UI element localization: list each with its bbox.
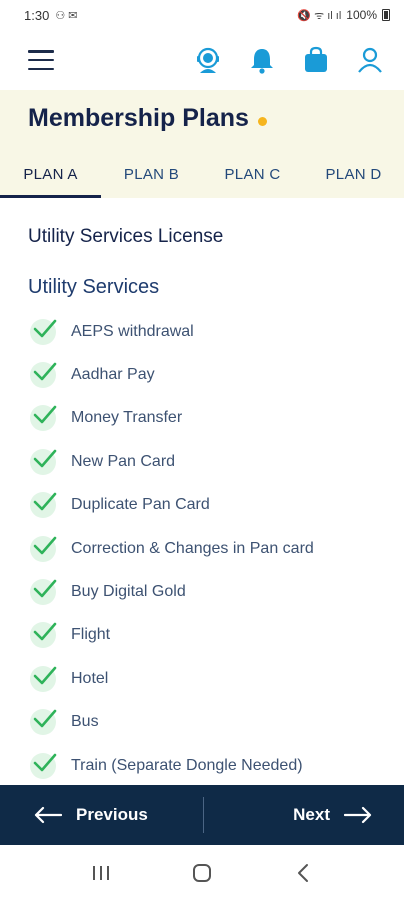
notification-icons: ⚇ ✉ xyxy=(55,9,78,22)
list-item: Hotel xyxy=(30,657,314,700)
next-label: Next xyxy=(293,805,330,824)
support-agent-icon[interactable] xyxy=(192,44,224,76)
check-icon xyxy=(30,362,57,389)
list-item: New Pan Card xyxy=(30,440,314,483)
service-label: Train (Separate Dongle Needed) xyxy=(71,756,303,774)
check-icon xyxy=(30,535,57,562)
bell-icon[interactable] xyxy=(246,44,278,76)
service-label: Hotel xyxy=(71,669,109,687)
service-label: Money Transfer xyxy=(71,409,183,427)
recent-apps-icon[interactable] xyxy=(81,853,121,893)
status-time: 1:30 xyxy=(24,7,50,23)
battery-icon xyxy=(382,9,390,21)
tab-plan-b[interactable]: PLAN B xyxy=(101,150,202,198)
service-label: Duplicate Pan Card xyxy=(71,496,210,514)
arrow-right-icon xyxy=(344,806,372,824)
list-item: Train (Separate Dongle Needed) xyxy=(30,744,314,785)
check-icon xyxy=(30,405,57,432)
tab-plan-d[interactable]: PLAN D xyxy=(303,150,404,198)
app-header xyxy=(0,30,404,90)
check-icon xyxy=(30,665,57,692)
title-accent-dot xyxy=(257,117,267,126)
check-icon xyxy=(30,579,57,606)
check-icon xyxy=(30,709,57,736)
list-item: Money Transfer xyxy=(30,397,314,440)
status-right: 🔇 ᯤ ıl ıl 100% xyxy=(297,8,390,23)
plan-tabs: PLAN A PLAN B PLAN C PLAN D xyxy=(0,150,404,198)
previous-label: Previous xyxy=(76,805,148,824)
user-icon[interactable] xyxy=(354,44,386,76)
section-heading: Utility Services xyxy=(28,276,160,298)
service-list: AEPS withdrawal Aadhar Pay Money Transfe… xyxy=(30,310,314,785)
check-icon xyxy=(30,492,57,519)
license-heading: Utility Services License xyxy=(28,226,224,247)
list-item: Buy Digital Gold xyxy=(30,570,314,613)
list-item: Bus xyxy=(30,701,314,744)
arrow-left-icon xyxy=(34,806,62,824)
footer-nav: Previous Next xyxy=(0,785,404,845)
tab-plan-c[interactable]: PLAN C xyxy=(202,150,303,198)
back-icon[interactable] xyxy=(283,853,323,893)
service-label: Bus xyxy=(71,713,99,731)
shopping-bag-icon[interactable] xyxy=(300,44,332,76)
battery-level: 100% xyxy=(346,8,377,22)
list-item: Duplicate Pan Card xyxy=(30,484,314,527)
service-label: New Pan Card xyxy=(71,452,176,470)
page-title: Membership Plans xyxy=(28,104,267,133)
service-label: Aadhar Pay xyxy=(71,366,155,384)
status-left: 1:30 ⚇ ✉ xyxy=(24,8,77,23)
service-label: Flight xyxy=(71,626,111,644)
tab-plan-a[interactable]: PLAN A xyxy=(0,150,101,198)
header-icons xyxy=(192,44,386,76)
service-label: AEPS withdrawal xyxy=(71,322,194,340)
plan-content[interactable]: Utility Services License Utility Service… xyxy=(0,198,404,785)
list-item: Aadhar Pay xyxy=(30,353,314,396)
signal-icons: 🔇 ᯤ ıl ıl xyxy=(297,9,342,22)
menu-icon[interactable] xyxy=(28,50,54,70)
check-icon xyxy=(30,448,57,475)
check-icon xyxy=(30,752,57,779)
home-icon[interactable] xyxy=(182,853,222,893)
next-button[interactable]: Next xyxy=(204,785,404,845)
page-title-text: Membership Plans xyxy=(28,104,249,132)
list-item: AEPS withdrawal xyxy=(30,310,314,353)
status-bar: 1:30 ⚇ ✉ 🔇 ᯤ ıl ıl 100% xyxy=(0,0,404,30)
system-nav-bar xyxy=(0,845,404,900)
service-label: Correction & Changes in Pan card xyxy=(71,539,314,557)
previous-button[interactable]: Previous xyxy=(0,785,203,845)
list-item: Flight xyxy=(30,614,314,657)
service-label: Buy Digital Gold xyxy=(71,583,186,601)
check-icon xyxy=(30,622,57,649)
check-icon xyxy=(30,318,57,345)
list-item: Correction & Changes in Pan card xyxy=(30,527,314,570)
